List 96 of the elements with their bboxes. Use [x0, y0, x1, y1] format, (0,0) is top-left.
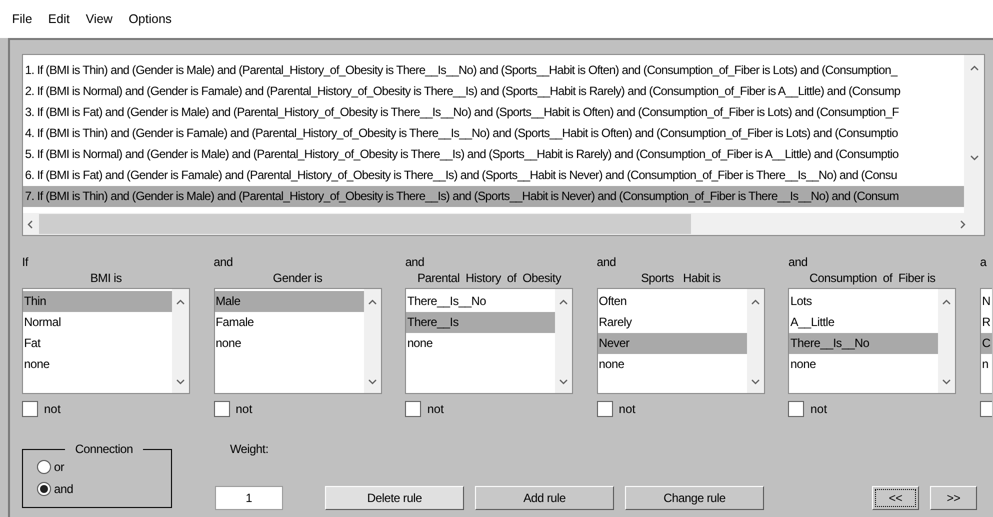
- option-item[interactable]: Fat: [23, 333, 172, 354]
- scroll-right-icon[interactable]: [960, 220, 966, 228]
- scroll-down-icon[interactable]: [368, 379, 377, 385]
- condition-title: Sports Habit is: [640, 270, 722, 286]
- connector-label: and: [405, 254, 426, 270]
- radio-button[interactable]: [37, 482, 51, 496]
- connector-label: and: [596, 254, 617, 270]
- vertical-scrollbar[interactable]: [555, 289, 572, 393]
- option-item[interactable]: C: [980, 333, 992, 354]
- option-item[interactable]: N: [980, 291, 992, 312]
- horizontal-scrollbar[interactable]: [23, 213, 984, 235]
- option-list[interactable]: There__Is__No There__Is none: [405, 288, 574, 394]
- condition-title: BMI is: [89, 270, 123, 286]
- connector-label: and: [788, 254, 808, 270]
- rule-item[interactable]: 4. If (BMI is Thin) and (Gender is Famale) and (Parental_History_of_Obesity is There__Is__No) and (Sports__Habit is Often) and (Consumption_of_Fiber is Lots) and (Consumptio: [23, 123, 964, 144]
- condition-title: Parental History of Obesity: [416, 270, 562, 286]
- scroll-up-icon[interactable]: [176, 299, 185, 305]
- option-item[interactable]: Thin: [23, 291, 172, 312]
- scroll-up-icon[interactable]: [970, 65, 978, 71]
- option-item[interactable]: Normal: [23, 312, 172, 333]
- group-title: Connection: [74, 442, 134, 456]
- option-item[interactable]: none: [789, 354, 938, 375]
- radio-button[interactable]: [37, 460, 51, 474]
- option-item[interactable]: none: [598, 354, 747, 375]
- option-item[interactable]: none: [214, 333, 364, 354]
- vertical-scrollbar[interactable]: [938, 289, 956, 393]
- option-item[interactable]: none: [406, 333, 556, 354]
- vertical-scrollbar[interactable]: [964, 55, 984, 213]
- option-list[interactable]: Lots A__Little There__Is__No none: [788, 288, 956, 394]
- connector-label: If: [22, 254, 30, 270]
- connector-label: and: [214, 254, 234, 270]
- rule-button[interactable]: Delete rule: [325, 486, 464, 510]
- checkbox[interactable]: [788, 401, 804, 417]
- option-item[interactable]: Rarely: [598, 312, 747, 333]
- option-item[interactable]: There__Is__No: [789, 333, 938, 354]
- menu-item[interactable]: Edit: [42, 12, 76, 26]
- scroll-down-icon[interactable]: [176, 379, 185, 385]
- not-label: not: [236, 402, 252, 416]
- scrollbar-thumb[interactable]: [39, 214, 691, 234]
- scroll-down-icon[interactable]: [559, 379, 568, 385]
- scroll-up-icon[interactable]: [368, 299, 377, 305]
- rule-item[interactable]: 2. If (BMI is Normal) and (Gender is Famale) and (Parental_History_of_Obesity is There__Is) and (Sports__Habit is Rarely) and (Consumption_of_Fiber is A__Little) and (Consump: [23, 81, 964, 102]
- not-label: not: [618, 402, 636, 416]
- rule-item[interactable]: 3. If (BMI is Fat) and (Gender is Male) and (Parental_History_of_Obesity is There__Is__No) and (Sports__Habit is Often) and (Consumption_of_Fiber is Lots) and (Consumption_F: [23, 102, 964, 123]
- option-item[interactable]: none: [23, 354, 172, 375]
- rule-list[interactable]: [22, 54, 985, 236]
- vertical-scrollbar[interactable]: [172, 289, 189, 393]
- option-list[interactable]: N R C n: [980, 288, 992, 394]
- checkbox[interactable]: [214, 401, 230, 417]
- nav-button[interactable]: <<: [872, 486, 919, 510]
- menu-item[interactable]: File: [6, 12, 38, 26]
- checkbox[interactable]: [22, 401, 38, 417]
- option-item[interactable]: Lots: [789, 291, 938, 312]
- not-label: not: [427, 402, 444, 416]
- radio-label: and: [54, 482, 74, 496]
- option-item[interactable]: n: [980, 354, 992, 375]
- scroll-up-icon[interactable]: [942, 299, 952, 305]
- menu-item[interactable]: View: [80, 12, 119, 26]
- option-list[interactable]: Often Rarely Never none: [596, 288, 765, 394]
- checkbox[interactable]: [980, 401, 992, 417]
- option-item[interactable]: Often: [598, 291, 747, 312]
- not-label: not: [44, 402, 61, 416]
- scroll-down-icon[interactable]: [750, 379, 760, 385]
- option-list[interactable]: Male Famale none: [214, 288, 382, 394]
- not-label: not: [810, 402, 828, 416]
- rule-button[interactable]: Change rule: [625, 486, 764, 510]
- scroll-down-icon[interactable]: [970, 155, 978, 161]
- option-item[interactable]: There__Is__No: [406, 291, 556, 312]
- rule-item[interactable]: 5. If (BMI is Normal) and (Gender is Male) and (Parental_History_of_Obesity is There__Is) and (Sports__Habit is Rarely) and (Consumption_of_Fiber is A__Little) and (Consumptio: [23, 144, 964, 165]
- scroll-left-icon[interactable]: [27, 220, 33, 228]
- radio-label: or: [54, 460, 64, 474]
- scroll-up-icon[interactable]: [750, 299, 760, 305]
- vertical-scrollbar[interactable]: [746, 289, 764, 393]
- option-item[interactable]: R: [980, 312, 992, 333]
- vertical-scrollbar[interactable]: [364, 289, 381, 393]
- condition-title: Gender is: [272, 270, 324, 286]
- condition-title: Consumption of Fiber is: [808, 270, 936, 286]
- scroll-down-icon[interactable]: [942, 379, 952, 385]
- checkbox[interactable]: [405, 401, 422, 417]
- menu-item[interactable]: Options: [122, 12, 178, 26]
- scroll-up-icon[interactable]: [559, 299, 568, 305]
- rule-item[interactable]: 7. If (BMI is Thin) and (Gender is Male) and (Parental_History_of_Obesity is There__Is) and (Sports__Habit is Never) and (Consumption_of_Fiber is There__Is__No) and (Consum: [23, 186, 964, 207]
- weight-label: Weight:: [229, 442, 270, 456]
- option-item[interactable]: A__Little: [789, 312, 938, 333]
- checkbox[interactable]: [596, 401, 613, 417]
- option-list[interactable]: Thin Normal Fat none: [22, 288, 190, 394]
- nav-button[interactable]: >>: [930, 486, 977, 510]
- option-item[interactable]: There__Is: [406, 312, 556, 333]
- rule-item[interactable]: 1. If (BMI is Thin) and (Gender is Male) and (Parental_History_of_Obesity is There__Is__No) and (Sports__Habit is Often) and (Consumption_of_Fiber is Lots) and (Consumption_: [23, 60, 964, 81]
- option-item[interactable]: Male: [214, 291, 364, 312]
- connector-label: a: [980, 254, 988, 270]
- option-item[interactable]: Famale: [214, 312, 364, 333]
- option-item[interactable]: Never: [598, 333, 747, 354]
- rule-button[interactable]: Add rule: [475, 486, 614, 510]
- rule-item[interactable]: 6. If (BMI is Fat) and (Gender is Famale) and (Parental_History_of_Obesity is There__Is) and (Sports__Habit is Never) and (Consumption_of_Fiber is There__Is__No) and (Consu: [23, 165, 964, 186]
- weight-field[interactable]: 1: [215, 486, 283, 510]
